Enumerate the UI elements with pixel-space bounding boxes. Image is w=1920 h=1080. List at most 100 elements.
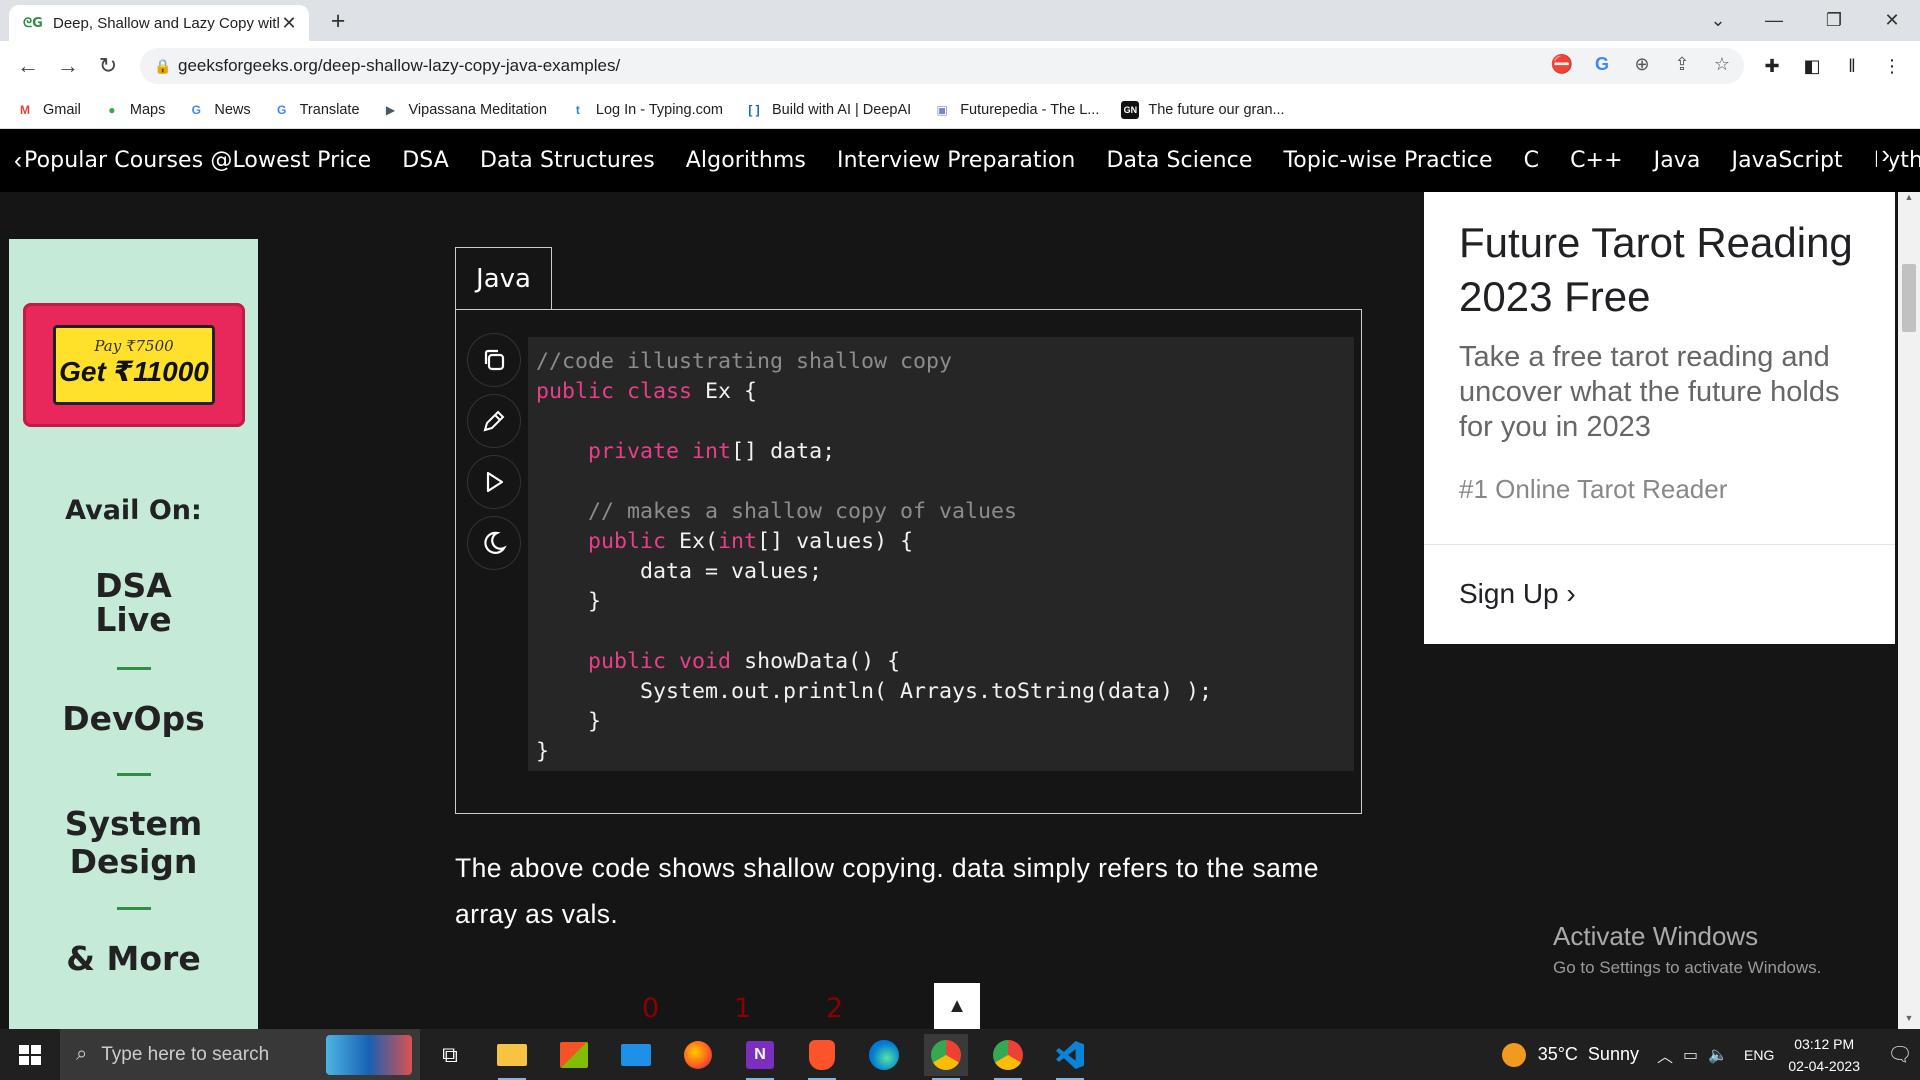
- offer-get-text: Get ₹11000: [59, 356, 209, 387]
- ad-description: Take a free tarot reading and uncover wh…: [1459, 341, 1840, 443]
- bookmark-item[interactable]: t Log In - Typing.com: [569, 101, 723, 119]
- brave-icon[interactable]: [800, 1034, 844, 1080]
- chrome-icon[interactable]: [924, 1034, 968, 1080]
- scrollbar-thumb[interactable]: [1902, 264, 1916, 332]
- bookmark-item[interactable]: GN The future our gran...: [1121, 100, 1285, 119]
- page-scrollbar[interactable]: ▲ ▼: [1898, 192, 1920, 1029]
- url-text[interactable]: geeksforgeeks.org/deep-shallow-lazy-copy…: [178, 56, 1744, 76]
- nav-link[interactable]: JavaScript: [1732, 148, 1843, 173]
- promo-banner[interactable]: Pay ₹7500 Get ₹11000 Avail On: DSA Live …: [9, 239, 258, 1029]
- ad-headline[interactable]: Future Tarot Reading 2023 Free: [1459, 216, 1879, 324]
- restore-button[interactable]: ❐: [1806, 0, 1862, 40]
- browser-tab-active[interactable]: ᘓG Deep, Shallow and Lazy Copy with Java…: [9, 5, 309, 41]
- notification-icon[interactable]: 🗨: [1880, 1042, 1920, 1067]
- nav-scroll-left-icon[interactable]: ‹: [14, 147, 22, 175]
- edit-code-button[interactable]: [468, 395, 520, 447]
- volume-icon[interactable]: 🔈: [1708, 1045, 1728, 1065]
- scroll-up-icon[interactable]: ▲: [1898, 192, 1920, 208]
- lock-icon[interactable]: 🔒: [154, 58, 178, 75]
- bookmark-label: Futurepedia - The L...: [960, 101, 1100, 118]
- nav-link[interactable]: Topic-wise Practice: [1283, 148, 1492, 173]
- nav-link[interactable]: DSA: [402, 148, 449, 173]
- bookmark-item[interactable]: ▣ Futurepedia - The L...: [933, 101, 1100, 119]
- microsoft-store-icon[interactable]: [552, 1034, 596, 1076]
- reload-icon[interactable]: ↻: [92, 51, 124, 81]
- maps-pin-icon: ●: [108, 102, 116, 117]
- taskbar-search[interactable]: ⌕ Type here to search: [60, 1029, 420, 1080]
- nav-link[interactable]: Popular Courses @Lowest Price: [24, 148, 371, 173]
- tab-close-icon[interactable]: ✕: [279, 13, 299, 34]
- edge-icon[interactable]: [862, 1034, 906, 1076]
- sun-icon: [1501, 1042, 1526, 1067]
- nav-link[interactable]: C: [1524, 148, 1539, 173]
- tarot-ad[interactable]: Future Tarot Reading 2023 Free Take a fr…: [1424, 192, 1895, 644]
- copy-code-button[interactable]: [468, 334, 520, 386]
- nav-link[interactable]: Java: [1654, 148, 1701, 173]
- address-bar[interactable]: 🔒 geeksforgeeks.org/deep-shallow-lazy-co…: [140, 48, 1744, 84]
- onenote-icon[interactable]: N: [738, 1034, 782, 1080]
- close-window-button[interactable]: ✕: [1864, 0, 1920, 40]
- ad-signup-button[interactable]: Sign Up ›: [1459, 578, 1576, 610]
- back-icon[interactable]: ←: [12, 51, 44, 81]
- code-line: }: [536, 709, 601, 734]
- chevron-up-icon[interactable]: ︿: [1657, 1043, 1673, 1067]
- language-indicator[interactable]: ENG: [1744, 1047, 1774, 1063]
- array-index-label: 0: [642, 993, 660, 1024]
- cookie-blocked-icon[interactable]: ⛔: [1547, 49, 1577, 79]
- run-code-button[interactable]: [468, 456, 520, 508]
- code-line: public void showData() {: [536, 649, 900, 674]
- nav-link[interactable]: Interview Preparation: [837, 148, 1075, 173]
- nav-link[interactable]: Data Structures: [480, 148, 655, 173]
- bookmark-item[interactable]: [ ] Build with AI | DeepAI: [745, 101, 911, 119]
- zoom-icon[interactable]: ⊕: [1627, 49, 1657, 79]
- array-index-label: 1: [734, 993, 752, 1024]
- menu-kebab-icon[interactable]: ⋮: [1876, 51, 1908, 81]
- chrome-profile-icon[interactable]: [986, 1034, 1030, 1080]
- bookmark-item[interactable]: G News: [187, 101, 251, 119]
- share-icon[interactable]: ⇪: [1667, 49, 1697, 79]
- file-explorer-icon[interactable]: [490, 1034, 534, 1080]
- weather-widget[interactable]: 35°C Sunny: [1501, 1042, 1639, 1067]
- minimize-button[interactable]: —: [1746, 0, 1802, 40]
- bookmark-item[interactable]: M Gmail: [16, 101, 81, 119]
- bookmark-item[interactable]: G Translate: [273, 101, 360, 119]
- back-to-top-button[interactable]: ▲: [934, 983, 980, 1029]
- offer-ticket: Pay ₹7500 Get ₹11000: [23, 303, 245, 427]
- offer-ticket-inner: Pay ₹7500 Get ₹11000: [53, 325, 215, 405]
- code-line: public class Ex {: [536, 379, 757, 404]
- scroll-down-icon[interactable]: ▼: [1898, 1013, 1920, 1029]
- bookmark-item[interactable]: ● Maps: [103, 101, 165, 119]
- search-icon: ⌕: [76, 1043, 88, 1065]
- nav-link[interactable]: Data Science: [1106, 148, 1252, 173]
- promo-live: Live: [95, 600, 172, 639]
- translate-icon: G: [276, 102, 287, 117]
- code-editor-area[interactable]: //code illustrating shallow copy public …: [528, 337, 1354, 771]
- start-button[interactable]: [12, 1037, 48, 1073]
- profile-extension-icon[interactable]: ‖: [1836, 51, 1868, 81]
- mail-icon[interactable]: [614, 1034, 658, 1076]
- ad-divider: [1424, 544, 1895, 545]
- nav-link[interactable]: C++: [1570, 148, 1623, 173]
- forward-icon[interactable]: →: [52, 51, 84, 81]
- side-panel-icon[interactable]: ◧: [1796, 51, 1828, 81]
- nav-scroll-right-icon[interactable]: ›: [1877, 139, 1890, 170]
- new-tab-button[interactable]: +: [322, 6, 354, 36]
- vscode-icon[interactable]: [1048, 1034, 1092, 1080]
- tab-search-chevron-icon[interactable]: ⌄: [1690, 0, 1746, 40]
- system-tray: 35°C Sunny ︿ ▭ 🔈 ENG 03:12 PM 02-04-2023…: [1501, 1029, 1920, 1080]
- nav-link[interactable]: Algorithms: [686, 148, 806, 173]
- language-tab-java[interactable]: Java: [455, 247, 552, 309]
- dark-mode-button[interactable]: [468, 517, 520, 569]
- code-token: }: [536, 589, 602, 614]
- clock[interactable]: 03:12 PM 02-04-2023: [1788, 1033, 1860, 1077]
- bookmark-item[interactable]: ▶ Vipassana Meditation: [382, 101, 547, 119]
- task-view-icon[interactable]: ⧉: [428, 1034, 472, 1076]
- google-translate-icon[interactable]: G: [1587, 49, 1617, 79]
- battery-icon[interactable]: ▭: [1683, 1045, 1698, 1065]
- bookmark-label: Gmail: [43, 101, 81, 118]
- bookmark-star-icon[interactable]: ☆: [1707, 49, 1737, 79]
- code-text[interactable]: //code illustrating shallow copy public …: [536, 347, 1212, 767]
- firefox-icon[interactable]: [676, 1034, 720, 1076]
- taskbar-search-placeholder[interactable]: Type here to search: [101, 1044, 269, 1066]
- extensions-puzzle-icon[interactable]: ✚: [1756, 51, 1788, 81]
